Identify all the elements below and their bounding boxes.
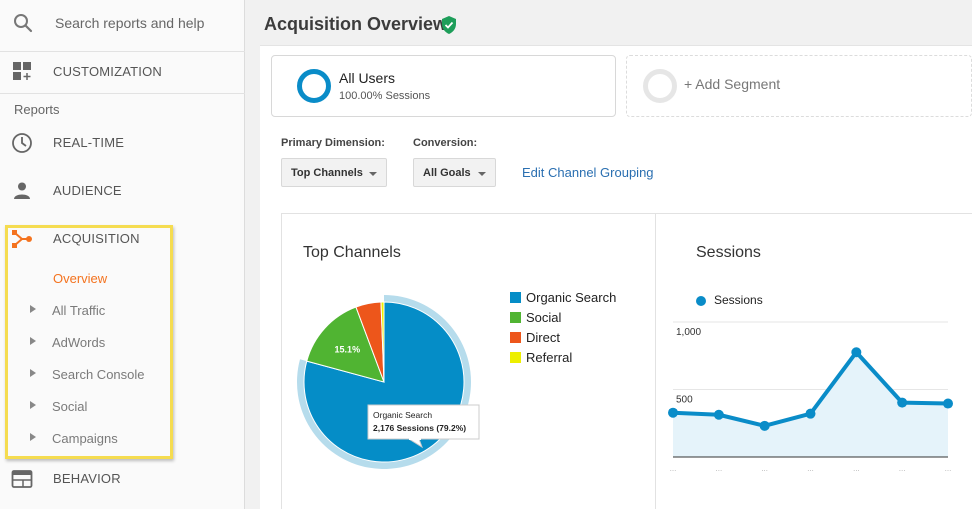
legend-swatch xyxy=(510,312,521,323)
subitem-label: Social xyxy=(52,399,88,414)
sidebar-item-behavior[interactable]: BEHAVIOR xyxy=(0,462,245,496)
conversion-dropdown[interactable]: All Goals xyxy=(413,158,496,187)
acquisition-icon xyxy=(12,230,32,248)
pie-slice-label: 15.1% xyxy=(335,345,361,355)
expand-arrow-icon xyxy=(30,305,36,313)
customization-icon xyxy=(13,62,31,80)
legend-swatch xyxy=(510,332,521,343)
segment-ring-icon xyxy=(297,69,331,103)
segment-all-users[interactable]: All Users 100.00% Sessions xyxy=(271,55,616,117)
primary-dimension-label: Primary Dimension: xyxy=(281,137,385,149)
sessions-line-chart: 500 1,000 … … … … … … … xyxy=(668,321,953,473)
segment-subtitle: 100.00% Sessions xyxy=(339,90,431,102)
chevron-down-icon xyxy=(369,172,377,176)
x-tick-label: … xyxy=(761,466,768,473)
y-tick-label: 1,000 xyxy=(676,327,701,338)
legend-label: Direct xyxy=(526,330,560,345)
sidebar-item-audience[interactable]: AUDIENCE xyxy=(0,174,245,208)
sidebar-item-label: CUSTOMIZATION xyxy=(53,64,163,79)
subitem-label: Overview xyxy=(53,271,108,286)
subitem-label: Campaigns xyxy=(52,431,118,446)
segment-title: All Users xyxy=(339,70,396,86)
dropdown-value: Top Channels xyxy=(291,167,363,179)
sidebar-item-acquisition[interactable]: ACQUISITION xyxy=(0,222,245,256)
tooltip-title: Organic Search xyxy=(373,410,432,420)
chevron-down-icon xyxy=(478,172,486,176)
legend-swatch xyxy=(510,292,521,303)
search-input[interactable]: Search reports and help xyxy=(55,15,204,31)
subitem-label: AdWords xyxy=(52,335,106,350)
data-point[interactable] xyxy=(759,420,770,431)
conversion-label: Conversion: xyxy=(413,137,478,149)
sidebar-item-label: REAL-TIME xyxy=(53,135,125,150)
sidebar-item-label: ACQUISITION xyxy=(53,231,140,246)
subitem-label: Search Console xyxy=(52,367,145,382)
y-tick-label: 500 xyxy=(676,395,693,406)
sidebar-subitem-adwords[interactable]: AdWords xyxy=(5,330,173,356)
reports-heading: Reports xyxy=(14,102,60,117)
sidebar-subitem-social[interactable]: Social xyxy=(5,394,173,420)
shield-check-icon xyxy=(442,16,456,34)
tooltip-value: 2,176 Sessions (79.2%) xyxy=(373,423,466,433)
sidebar-subitem-search-console[interactable]: Search Console xyxy=(5,362,173,388)
expand-arrow-icon xyxy=(30,337,36,345)
data-point[interactable] xyxy=(851,347,862,358)
data-point[interactable] xyxy=(805,408,816,419)
top-channels-panel: Top Channels 15.1% Organic Search 2,176 Se… xyxy=(281,213,655,509)
expand-arrow-icon xyxy=(30,369,36,377)
search-bar[interactable]: Search reports and help xyxy=(0,0,245,52)
subitem-label: All Traffic xyxy=(52,303,106,318)
data-point[interactable] xyxy=(668,407,678,418)
x-tick-label: … xyxy=(807,466,814,473)
x-tick-label: … xyxy=(899,466,906,473)
data-point[interactable] xyxy=(713,409,724,420)
sidebar-subitem-all-traffic[interactable]: All Traffic xyxy=(5,298,173,324)
sidebar-item-customization[interactable]: CUSTOMIZATION xyxy=(0,52,245,94)
legend-swatch xyxy=(510,352,521,363)
data-point[interactable] xyxy=(943,398,953,409)
behavior-icon xyxy=(11,470,33,488)
dropdown-value: All Goals xyxy=(423,167,471,179)
add-segment-label: + Add Segment xyxy=(684,76,781,92)
page-title: Acquisition Overview xyxy=(264,14,448,34)
sidebar-subitem-campaigns[interactable]: Campaigns xyxy=(5,426,173,452)
clock-icon xyxy=(12,133,32,153)
edit-channel-grouping-link[interactable]: Edit Channel Grouping xyxy=(522,165,654,180)
sidebar-item-label: AUDIENCE xyxy=(53,183,122,198)
primary-dimension-dropdown[interactable]: Top Channels xyxy=(281,158,387,187)
legend-label: Organic Search xyxy=(526,290,617,305)
data-point[interactable] xyxy=(897,397,908,408)
x-tick-label: … xyxy=(670,466,677,473)
x-tick-label: … xyxy=(945,466,952,473)
sidebar-item-label: BEHAVIOR xyxy=(53,471,121,486)
pie-chart: 15.1% Organic Search 2,176 Sessions (79.2%… xyxy=(297,295,480,469)
expand-arrow-icon xyxy=(30,433,36,441)
expand-arrow-icon xyxy=(30,401,36,409)
x-tick-label: … xyxy=(715,466,722,473)
sidebar-subitem-overview[interactable]: Overview xyxy=(5,266,173,292)
person-icon xyxy=(14,182,30,199)
sessions-panel: Sessions Sessions 500 1,000………………… xyxy=(655,213,972,509)
legend-label: Referral xyxy=(526,350,573,365)
search-icon xyxy=(14,14,33,33)
sidebar: Search reports and help CUSTOMIZATION Re… xyxy=(0,0,245,509)
legend-label: Social xyxy=(526,310,562,325)
add-segment-button[interactable]: + Add Segment xyxy=(626,55,972,117)
sidebar-item-real-time[interactable]: REAL-TIME xyxy=(0,126,245,160)
x-tick-label: … xyxy=(853,466,860,473)
segment-ring-icon xyxy=(643,69,677,103)
